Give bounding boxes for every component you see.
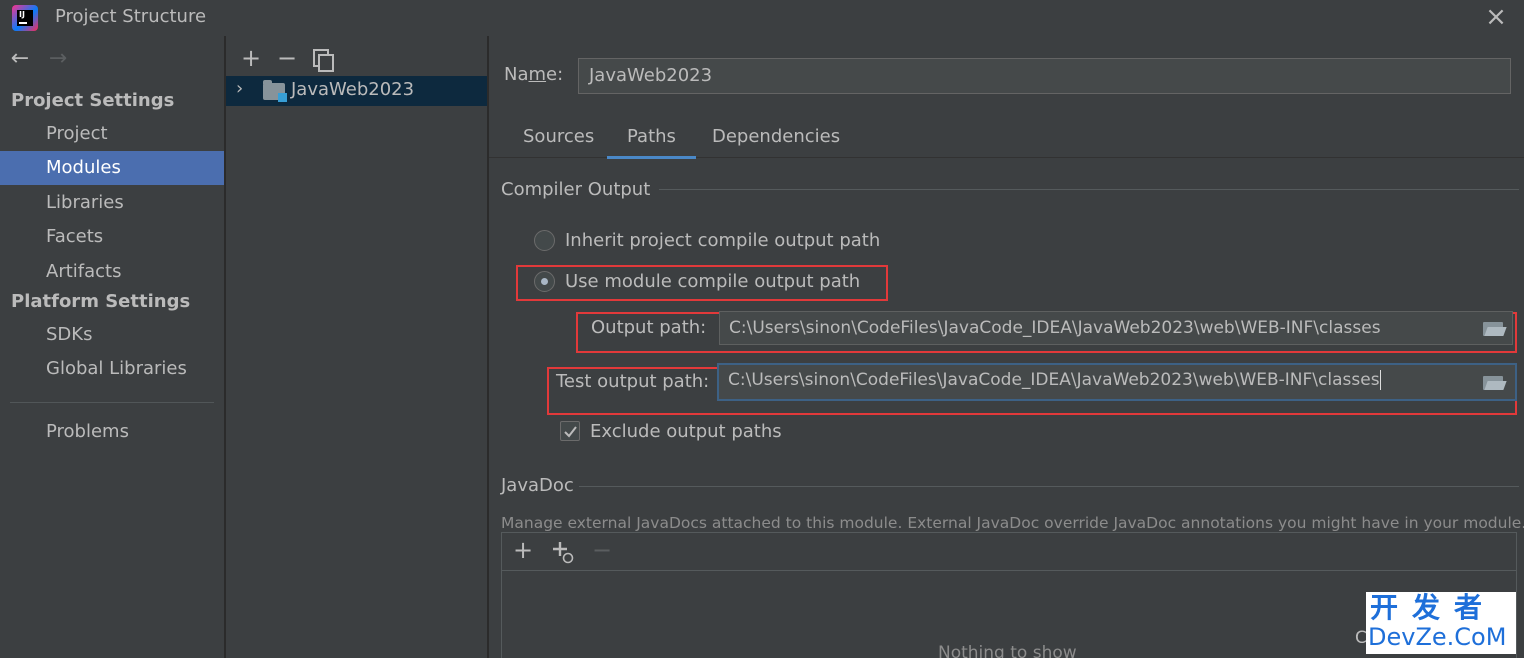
module-toolbar: + − — [236, 44, 344, 74]
inherit-output-label[interactable]: Inherit project compile output path — [565, 230, 880, 251]
tree-item-module[interactable]: › JavaWeb2023 — [226, 76, 487, 106]
output-path-label: Output path: — [591, 317, 707, 338]
watermark-logo: 开发者 DevZe.CoM — [1366, 592, 1516, 654]
group-divider — [579, 486, 1519, 487]
sidebar-item-artifacts[interactable]: Artifacts — [0, 255, 224, 289]
javadoc-description: Manage external JavaDocs attached to thi… — [501, 514, 1524, 532]
sidebar-item-global-libraries[interactable]: Global Libraries — [0, 352, 224, 386]
tab-sources[interactable]: Sources — [523, 126, 594, 158]
module-tree-panel: + − › JavaWeb2023 — [226, 36, 487, 658]
use-module-output-radio[interactable] — [534, 271, 555, 292]
compiler-output-title: Compiler Output — [501, 179, 651, 200]
javadoc-toolbar: + − — [502, 533, 1516, 571]
add-icon[interactable]: + — [236, 44, 266, 72]
settings-sidebar: ← → Project Settings Project Modules Libr… — [0, 36, 224, 658]
exclude-output-checkbox[interactable] — [560, 421, 580, 441]
browse-folder-icon[interactable] — [1483, 320, 1505, 336]
tree-item-label: JavaWeb2023 — [291, 79, 415, 100]
checkmark-icon — [564, 426, 577, 438]
project-settings-heading: Project Settings — [11, 90, 175, 111]
module-details-panel: Name: JavaWeb2023 Sources Paths Dependen… — [489, 36, 1524, 658]
window-title: Project Structure — [55, 6, 207, 27]
copy-icon[interactable] — [308, 44, 338, 72]
add-icon[interactable]: + — [513, 536, 533, 564]
test-output-path-label: Test output path: — [556, 371, 710, 392]
sidebar-divider — [10, 402, 214, 403]
sidebar-item-problems[interactable]: Problems — [0, 415, 224, 449]
exclude-output-label[interactable]: Exclude output paths — [590, 421, 782, 442]
sidebar-item-modules[interactable]: Modules — [0, 151, 224, 185]
add-url-icon[interactable] — [550, 539, 576, 565]
group-divider — [659, 189, 1519, 190]
platform-settings-heading: Platform Settings — [11, 291, 191, 312]
title-bar: IJ Project Structure × — [0, 0, 1524, 36]
sidebar-item-project[interactable]: Project — [0, 117, 224, 151]
sidebar-item-sdks[interactable]: SDKs — [0, 318, 224, 352]
empty-state-text: Nothing to show — [938, 643, 1077, 658]
remove-icon[interactable]: − — [592, 536, 612, 564]
browse-folder-icon[interactable] — [1483, 374, 1505, 390]
close-icon[interactable]: × — [1484, 4, 1508, 30]
name-label: Name: — [504, 64, 564, 85]
back-arrow-icon[interactable]: ← — [6, 46, 34, 71]
chevron-right-icon[interactable]: › — [236, 78, 243, 99]
sidebar-item-libraries[interactable]: Libraries — [0, 186, 224, 220]
module-folder-icon — [263, 80, 287, 102]
tab-bar: Sources Paths Dependencies — [489, 120, 1524, 159]
tab-dependencies[interactable]: Dependencies — [712, 126, 840, 158]
forward-arrow-icon[interactable]: → — [44, 46, 72, 71]
javadoc-title: JavaDoc — [501, 475, 574, 496]
navigation-arrows: ← → — [6, 46, 72, 74]
module-name-input[interactable]: JavaWeb2023 — [578, 58, 1511, 94]
tab-paths[interactable]: Paths — [607, 126, 696, 159]
remove-icon[interactable]: − — [272, 44, 302, 72]
inherit-output-radio[interactable] — [534, 230, 555, 251]
output-path-input[interactable]: C:\Users\sinon\CodeFiles\JavaCode_IDEA\J… — [719, 311, 1513, 345]
test-output-path-input[interactable]: C:\Users\sinon\CodeFiles\JavaCode_IDEA\J… — [717, 363, 1517, 401]
use-module-output-label[interactable]: Use module compile output path — [565, 271, 860, 292]
text-caret — [1379, 370, 1381, 390]
sidebar-item-facets[interactable]: Facets — [0, 220, 224, 254]
intellij-logo-icon: IJ — [12, 5, 38, 31]
